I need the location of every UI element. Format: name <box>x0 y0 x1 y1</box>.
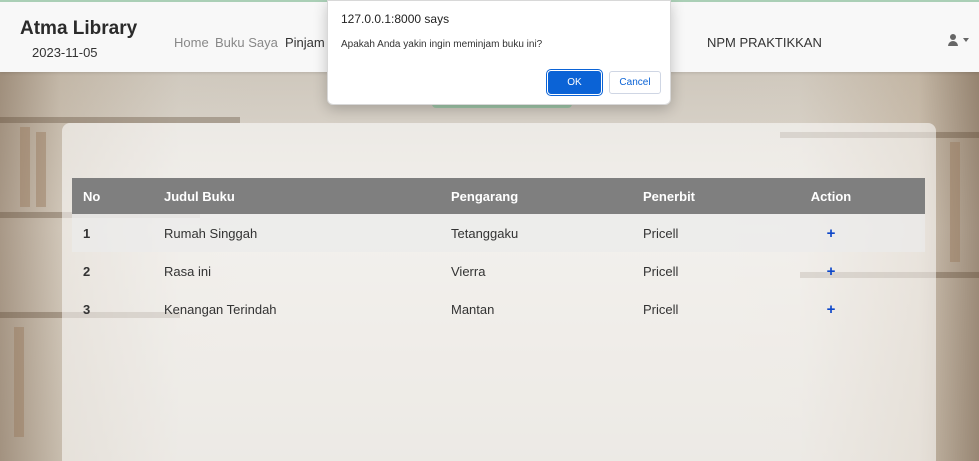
plus-icon[interactable]: + <box>827 225 836 242</box>
book-list-card: No Judul Buku Pengarang Penerbit Action … <box>62 123 936 461</box>
action-cell: + <box>799 290 925 328</box>
dialog-message: Apakah Anda yakin ingin meminjam buku in… <box>341 39 543 50</box>
action-cell: + <box>799 214 925 252</box>
book-author: Tetanggaku <box>451 225 519 241</box>
book-decoration <box>36 132 46 207</box>
confirm-dialog: 127.0.0.1:8000 says Apakah Anda yakin in… <box>327 0 671 105</box>
user-icon <box>948 34 958 46</box>
nav-link-home[interactable]: Home <box>174 35 209 50</box>
book-author: Vierra <box>451 263 486 279</box>
book-publisher: Pricell <box>643 301 679 317</box>
row-number: 1 <box>83 225 91 241</box>
book-title: Rasa ini <box>164 263 211 279</box>
row-number: 3 <box>83 301 91 317</box>
book-decoration <box>950 142 960 262</box>
book-title: Rumah Singgah <box>164 225 258 241</box>
npm-label: NPM PRAKTIKKAN <box>707 35 822 50</box>
table-row: 2 Rasa ini Vierra Pricell + <box>72 252 925 290</box>
dialog-title: 127.0.0.1:8000 says <box>341 12 450 26</box>
book-decoration <box>14 327 24 437</box>
table-row: 1 Rumah Singgah Tetanggaku Pricell + <box>72 214 925 252</box>
column-header-action: Action <box>810 188 852 204</box>
book-title: Kenangan Terindah <box>164 301 277 317</box>
book-author: Mantan <box>451 301 495 317</box>
column-header-penerbit: Penerbit <box>643 188 696 204</box>
current-date: 2023-11-05 <box>32 45 98 60</box>
row-number: 2 <box>83 263 91 279</box>
table-header-row: No Judul Buku Pengarang Penerbit Action <box>72 178 925 214</box>
column-header-no: No <box>83 188 101 204</box>
ok-button[interactable]: OK <box>546 69 603 96</box>
plus-icon[interactable]: + <box>827 301 836 318</box>
plus-icon[interactable]: + <box>827 263 836 280</box>
book-publisher: Pricell <box>643 225 679 241</box>
caret-down-icon <box>963 38 969 42</box>
book-table: No Judul Buku Pengarang Penerbit Action … <box>72 178 925 328</box>
brand-title[interactable]: Atma Library <box>20 18 137 40</box>
action-cell: + <box>799 252 925 290</box>
column-header-pengarang: Pengarang <box>451 188 519 204</box>
user-menu-dropdown[interactable] <box>948 34 969 46</box>
nav-link-buku-saya[interactable]: Buku Saya <box>215 35 278 50</box>
nav-link-pinjam[interactable]: Pinjam <box>285 35 325 50</box>
book-publisher: Pricell <box>643 263 679 279</box>
table-row: 3 Kenangan Terindah Mantan Pricell + <box>72 290 925 328</box>
column-header-judul-buku: Judul Buku <box>164 188 235 204</box>
book-decoration <box>20 127 30 207</box>
cancel-button[interactable]: Cancel <box>609 71 661 94</box>
